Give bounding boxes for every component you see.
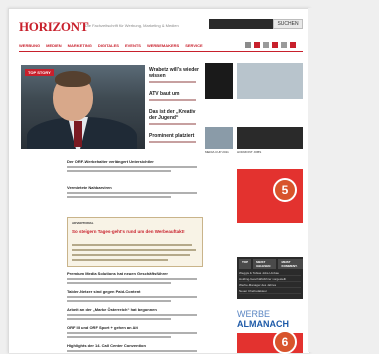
article-teaser-line [67,332,197,334]
side-news-title[interactable]: Wrabetz will's wieder wissen [149,67,201,79]
article-teaser-line [67,336,171,338]
side-news-title[interactable]: Das ist der „Kreativ der Jugend“ [149,109,201,121]
article-teaser-line [67,196,171,198]
main-nav: WERBUNG MEDIEN MARKETING DIGITALES EVENT… [19,43,203,48]
article-title[interactable]: Premium Media Solutions hat neuen Geschä… [67,271,197,276]
werbe-almanach-logo[interactable]: WERBE ALMANACH [237,309,309,329]
side-news-teaser [149,123,196,125]
article-title[interactable]: ORF III und ORF Sport + gehen an Ait [67,325,197,330]
article-title[interactable]: Tabler-Netzer sind gegen Paid-Content [67,289,197,294]
article-title[interactable]: Vermietete Nahbarviren [67,185,197,190]
side-news-list: Wrabetz will's wieder wissen ATV baut um… [149,67,201,151]
facebook-icon[interactable] [254,42,260,48]
callout-badge-5: 5 [273,178,297,202]
side-news-item[interactable]: Wrabetz will's wieder wissen [149,67,201,83]
article-teaser-line [67,296,197,298]
side-news-title[interactable]: Prominent platziert [149,133,201,139]
share-icon[interactable] [245,42,251,48]
twitter-icon[interactable] [263,42,269,48]
callout-badge-6: 6 [273,330,297,354]
advertorial-teaser-line [72,259,168,261]
most-read-item[interactable]: Werbe-Manager des Jahres [239,283,301,288]
thumbnail-dark[interactable] [205,63,233,99]
almanach-part1: WERBE [237,309,271,319]
article-item[interactable]: Vermietete Nahbarviren [67,185,197,198]
mail-icon[interactable] [290,42,296,48]
nav-item-digitales[interactable]: DIGITALES [98,43,119,48]
hero-image[interactable]: TOP STORY [21,65,145,149]
article-item[interactable]: ORF III und ORF Sport + gehen an Ait [67,325,197,338]
hero-hair-shape [55,71,91,87]
article-teaser-line [67,314,197,316]
thumbnail-caption[interactable]: HORIZONT JOBS [237,150,261,154]
hero-tag: TOP STORY [25,69,54,76]
article-teaser-line [67,300,171,302]
header-divider [19,51,303,52]
article-item[interactable]: Arbeit an der „Marke Österreich“ hat beg… [67,307,197,320]
article-title[interactable]: Arbeit an der „Marke Österreich“ hat beg… [67,307,197,312]
horizont-logo[interactable]: HORIZONT [19,19,88,35]
rss-icon[interactable] [272,42,278,48]
article-item[interactable]: Premium Media Solutions hat neuen Geschä… [67,271,197,284]
most-read-item[interactable]: Neuer Chefredakteur [239,289,301,294]
side-news-title[interactable]: ATV baut um [149,91,201,97]
thumbnail-caption[interactable]: MEDIA CUP 2011 [205,150,229,154]
tab-most-read[interactable]: MEIST GELESEN [253,259,277,269]
article-item[interactable]: Highlights der 14. Call Center Conventio… [67,343,197,352]
social-icons [245,42,296,48]
advertorial-teaser-line [72,244,192,246]
side-news-item[interactable]: Das ist der „Kreativ der Jugend“ [149,109,201,125]
side-news-teaser [149,99,196,101]
side-news-teaser [149,141,196,143]
article-title[interactable]: Der ORF-Werbehalter verlängert Untersich… [67,159,197,164]
hero-tie-shape [74,121,82,147]
advertorial-heading: ADVERTORIAL [72,221,94,225]
side-news-teaser [149,81,196,83]
side-news-item[interactable]: ATV baut um [149,91,201,101]
tab-top[interactable]: TOP [239,259,252,269]
advertorial-teaser-line [72,254,190,256]
search-input[interactable] [209,19,273,29]
side-news-item[interactable]: Prominent platziert [149,133,201,143]
thumbnail-jobs[interactable] [237,127,303,149]
article-teaser-line [67,278,197,280]
nav-item-events[interactable]: EVENTS [125,43,141,48]
most-read-tabs: TOP MEIST GELESEN MEIST KOMMENT. [239,259,303,269]
article-title[interactable]: Highlights der 14. Call Center Conventio… [67,343,197,348]
advertorial-title[interactable]: So steigern Tages-geht's rund um den Wer… [72,229,198,234]
article-teaser-line [67,166,197,168]
nav-item-service[interactable]: SERVICE [185,43,203,48]
xing-icon[interactable] [281,42,287,48]
right-rail [308,8,379,352]
article-teaser-line [67,192,197,194]
most-read-widget: TOP MEIST GELESEN MEIST KOMMENT. Weggis … [237,257,303,299]
advertorial-box[interactable]: ADVERTORIAL So steigern Tages-geht's run… [67,217,203,267]
nav-item-medien[interactable]: MEDIEN [46,43,62,48]
nav-item-werbemakers[interactable]: WERBEMAKERS [147,43,179,48]
web-page: HORIZONT Die Fachzeitschrift für Werbung… [8,8,310,353]
article-teaser-line [67,170,171,172]
thumbnail-media-cup[interactable] [205,127,233,149]
article-teaser-line [67,318,171,320]
article-item[interactable]: Der ORF-Werbehalter verlängert Untersich… [67,159,197,172]
most-read-item[interactable]: Holding-Geschäftsführer vorgestellt [239,277,301,282]
search-button[interactable]: SUCHEN [273,19,303,29]
almanach-part2: ALMANACH [237,319,289,329]
thumbnail-people[interactable] [237,63,303,99]
article-item[interactable]: Tabler-Netzer sind gegen Paid-Content [67,289,197,302]
tab-most-commented[interactable]: MEIST KOMMENT. [278,259,303,269]
most-read-item[interactable]: Weggis & Tobias Jobs-Umbau [239,271,301,276]
advertorial-teaser-line [72,249,196,251]
site-tagline: Die Fachzeitschrift für Werbung, Marketi… [85,23,179,28]
nav-item-werbung[interactable]: WERBUNG [19,43,40,48]
article-teaser-line [67,282,171,284]
nav-item-marketing[interactable]: MARKETING [68,43,92,48]
